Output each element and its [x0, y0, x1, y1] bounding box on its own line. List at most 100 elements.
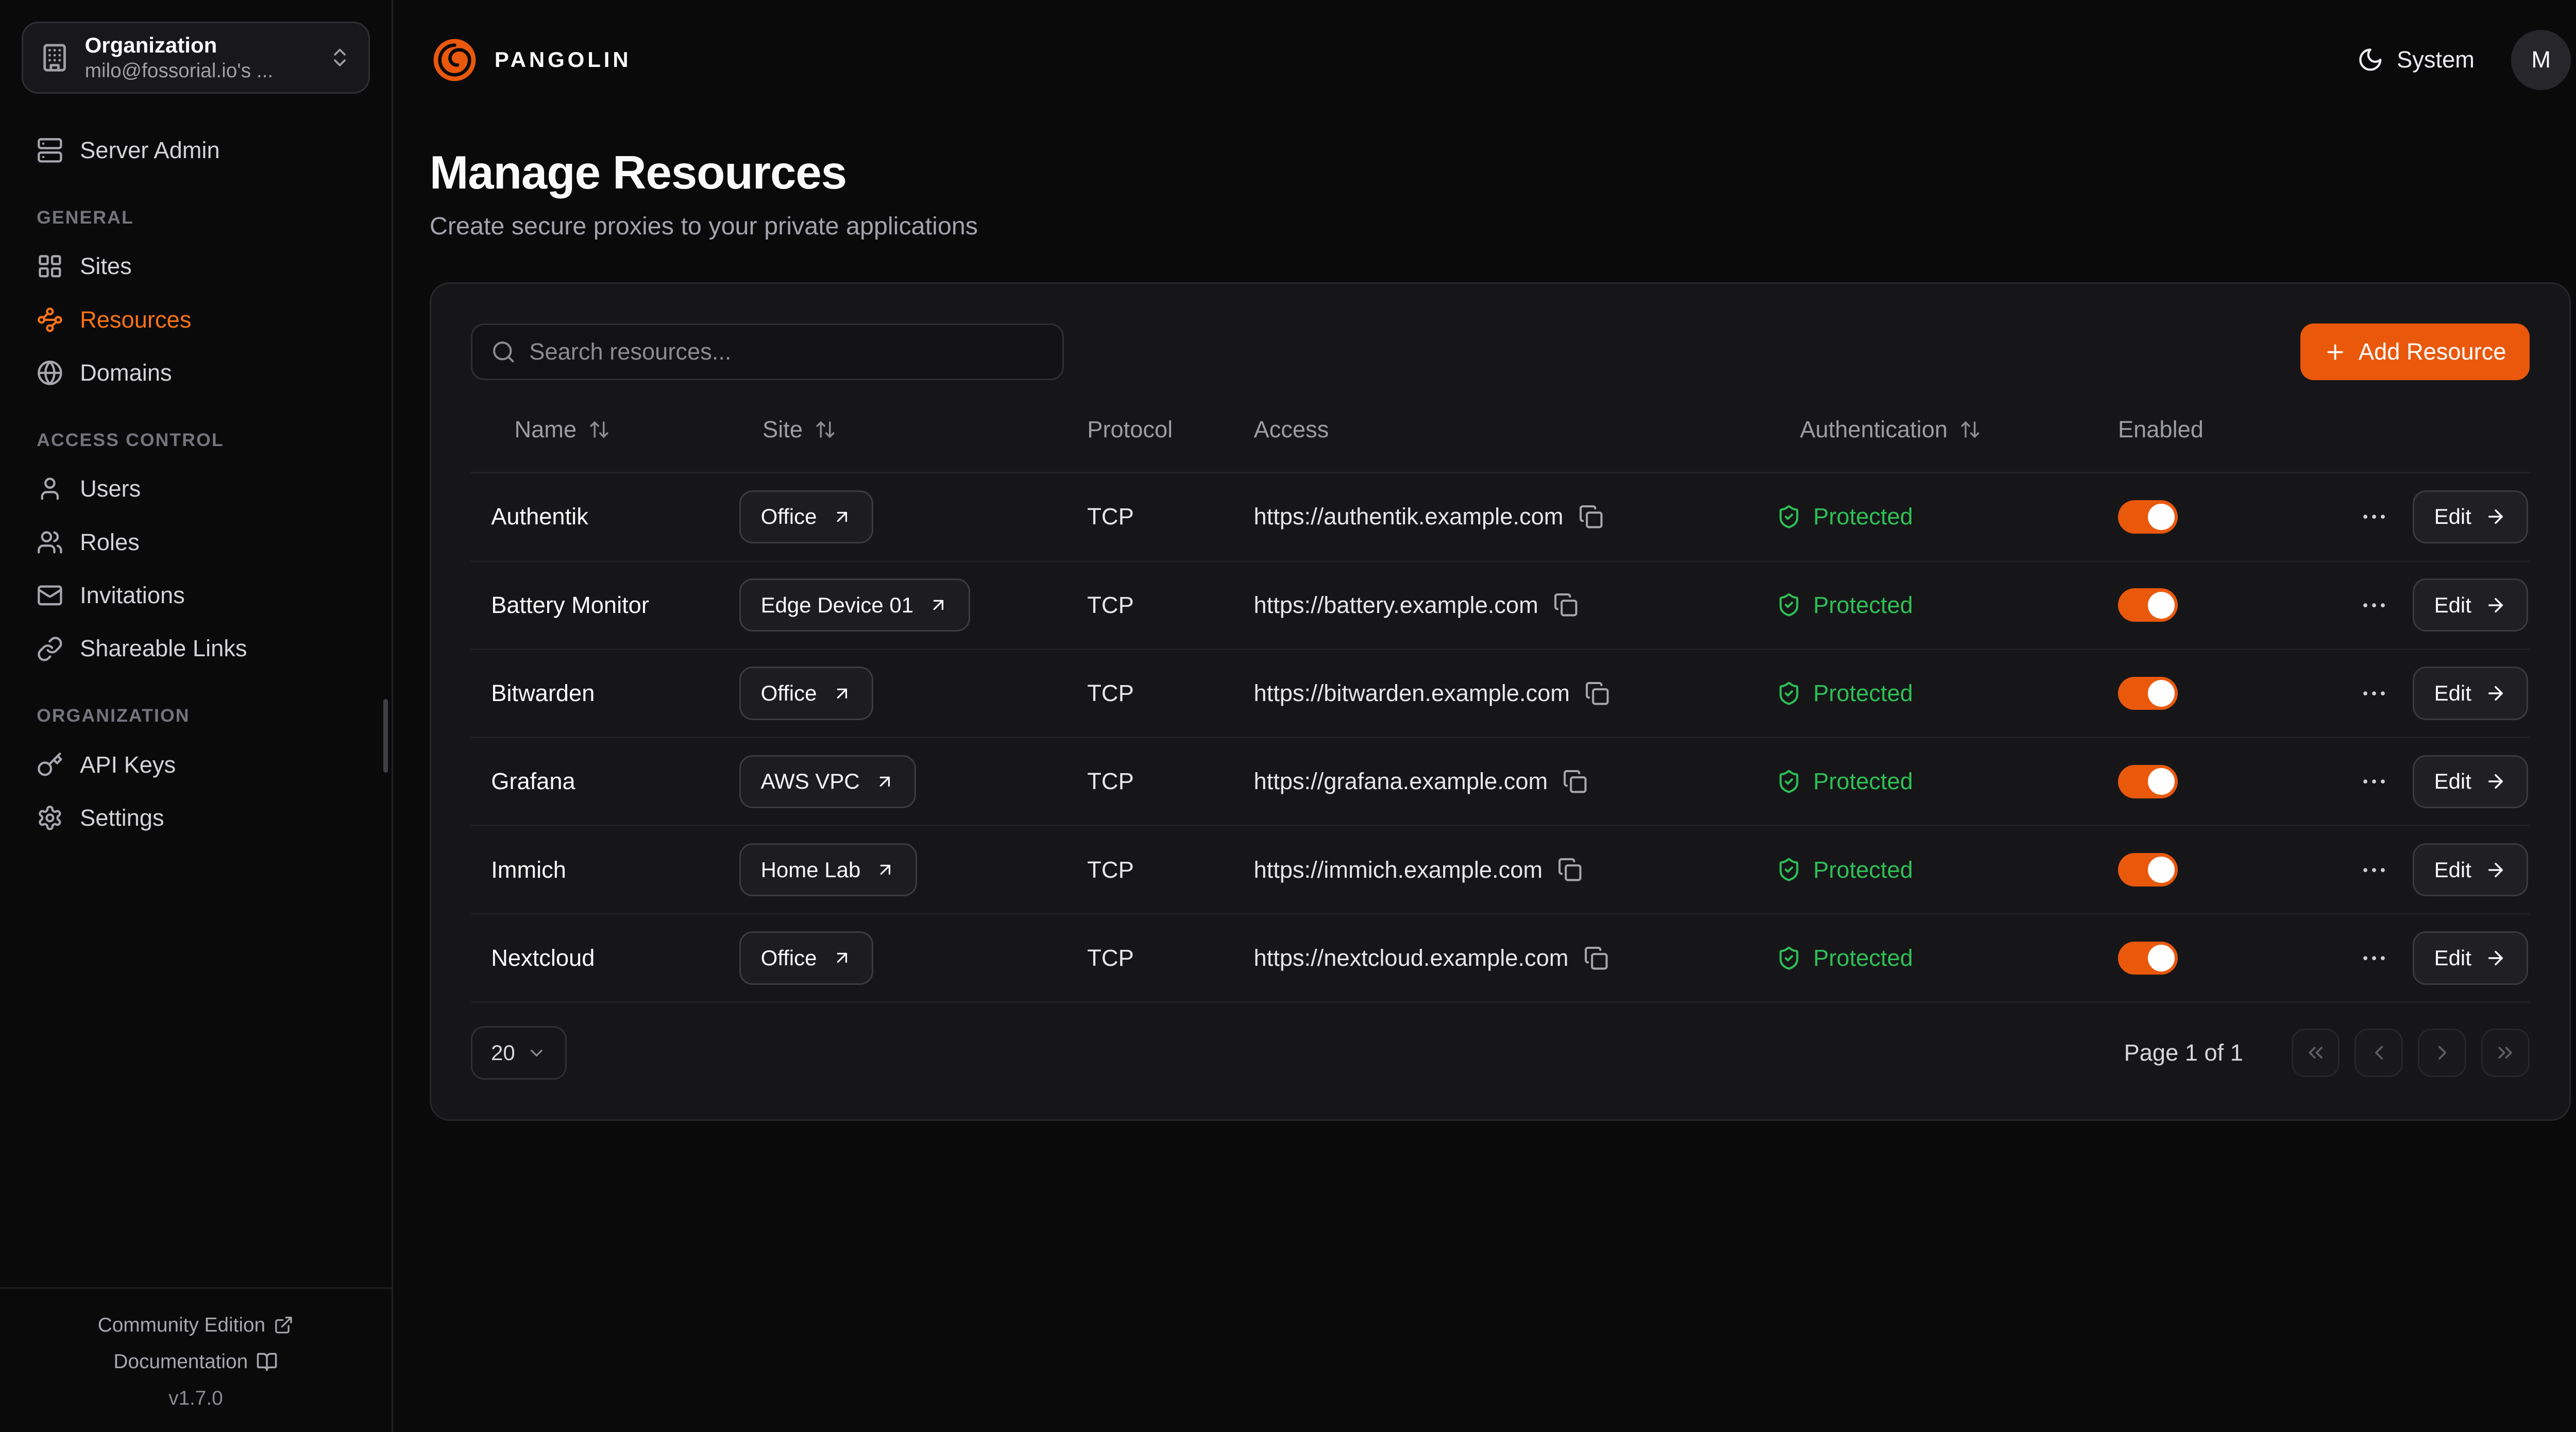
section-label-organization: ORGANIZATION	[22, 705, 370, 726]
auth-status-label: Protected	[1813, 857, 1913, 883]
sidebar-item-label: Settings	[80, 805, 164, 831]
resource-protocol: TCP	[1067, 857, 1234, 883]
page-subtitle: Create secure proxies to your private ap…	[430, 212, 2571, 241]
row-menu-button[interactable]	[2359, 766, 2389, 796]
sidebar-scrollbar[interactable]	[383, 699, 388, 772]
auth-status-label: Protected	[1813, 768, 1913, 795]
copy-url-button[interactable]	[1553, 592, 1578, 617]
edit-button[interactable]: Edit	[2413, 755, 2528, 808]
resource-protocol: TCP	[1067, 945, 1234, 971]
globe-icon	[37, 360, 63, 386]
auth-status-label: Protected	[1813, 680, 1913, 707]
ellipsis-icon	[2359, 502, 2389, 532]
edit-button[interactable]: Edit	[2413, 843, 2528, 896]
page-info: Page 1 of 1	[2124, 1039, 2243, 1066]
chevron-right-icon	[2431, 1041, 2454, 1064]
theme-toggle-button[interactable]: System	[2357, 46, 2475, 73]
enabled-toggle[interactable]	[2118, 677, 2178, 710]
edit-button[interactable]: Edit	[2413, 578, 2528, 632]
copy-url-button[interactable]	[1585, 681, 1609, 706]
add-resource-button[interactable]: Add Resource	[2300, 323, 2530, 380]
row-menu-button[interactable]	[2359, 943, 2389, 973]
section-label-general: GENERAL	[22, 207, 370, 228]
org-title: Organization	[85, 33, 314, 58]
sort-icon	[815, 419, 836, 440]
copy-url-button[interactable]	[1557, 857, 1582, 882]
sidebar-item-domains[interactable]: Domains	[22, 346, 370, 399]
column-header-enabled: Enabled	[2098, 416, 2298, 443]
enabled-toggle[interactable]	[2118, 765, 2178, 798]
column-header-name[interactable]: Name	[471, 416, 719, 443]
resource-protocol: TCP	[1067, 503, 1234, 530]
enabled-toggle[interactable]	[2118, 853, 2178, 887]
copy-url-button[interactable]	[1563, 769, 1587, 794]
sidebar-item-roles[interactable]: Roles	[22, 516, 370, 569]
user-icon	[37, 475, 63, 502]
page-header: Manage Resources Create secure proxies t…	[393, 120, 2576, 241]
enabled-toggle[interactable]	[2118, 588, 2178, 622]
sidebar-item-sites[interactable]: Sites	[22, 240, 370, 293]
search-input[interactable]	[529, 338, 1044, 365]
shield-check-icon	[1776, 857, 1801, 882]
resource-url: https://authentik.example.com	[1253, 503, 1563, 530]
table-toolbar: Add Resource	[471, 323, 2529, 380]
resource-protocol: TCP	[1067, 592, 1234, 619]
page-size-value: 20	[491, 1041, 515, 1065]
site-link-button[interactable]: Home Lab	[739, 843, 917, 896]
moon-icon	[2357, 46, 2384, 73]
pagination: Page 1 of 1	[2124, 1029, 2530, 1077]
site-link-button[interactable]: Office	[739, 667, 873, 720]
enabled-toggle[interactable]	[2118, 500, 2178, 534]
page-title: Manage Resources	[430, 146, 2571, 200]
sidebar-item-server-admin[interactable]: Server Admin	[22, 124, 370, 177]
site-link-button[interactable]: Office	[739, 490, 873, 543]
next-page-button[interactable]	[2418, 1029, 2466, 1077]
page-size-select[interactable]: 20	[471, 1026, 566, 1079]
row-menu-button[interactable]	[2359, 678, 2389, 708]
edit-button[interactable]: Edit	[2413, 490, 2528, 543]
sidebar-item-invitations[interactable]: Invitations	[22, 569, 370, 622]
sidebar-item-label: Users	[80, 475, 141, 502]
last-page-button[interactable]	[2481, 1029, 2530, 1077]
sidebar-item-users[interactable]: Users	[22, 462, 370, 515]
column-header-site[interactable]: Site	[719, 416, 1067, 443]
column-header-access: Access	[1234, 416, 1757, 443]
edit-button[interactable]: Edit	[2413, 667, 2528, 720]
edit-button[interactable]: Edit	[2413, 931, 2528, 984]
sidebar-nav: Server Admin GENERAL Sites Resources Dom…	[0, 97, 392, 1287]
resource-protocol: TCP	[1067, 768, 1234, 795]
edit-button-label: Edit	[2434, 593, 2471, 618]
edit-button-label: Edit	[2434, 504, 2471, 529]
sidebar: Organization milo@fossorial.io's ... Ser…	[0, 0, 393, 1432]
copy-url-button[interactable]	[1579, 504, 1603, 529]
row-menu-button[interactable]	[2359, 855, 2389, 885]
site-link-button[interactable]: Office	[739, 931, 873, 984]
sidebar-item-settings[interactable]: Settings	[22, 791, 370, 844]
prev-page-button[interactable]	[2354, 1029, 2403, 1077]
community-edition-link[interactable]: Community Edition	[98, 1307, 294, 1343]
sidebar-item-resources[interactable]: Resources	[22, 293, 370, 346]
brand[interactable]: PANGOLIN	[430, 35, 632, 85]
brand-name: PANGOLIN	[495, 47, 632, 72]
copy-url-button[interactable]	[1584, 946, 1608, 970]
sidebar-item-api-keys[interactable]: API Keys	[22, 738, 370, 791]
first-page-button[interactable]	[2292, 1029, 2340, 1077]
mail-icon	[37, 582, 63, 609]
sidebar-item-shareable-links[interactable]: Shareable Links	[22, 622, 370, 675]
row-menu-button[interactable]	[2359, 590, 2389, 620]
shield-check-icon	[1776, 592, 1801, 617]
avatar[interactable]: M	[2511, 30, 2571, 90]
chevron-left-icon	[2367, 1041, 2391, 1064]
documentation-link[interactable]: Documentation	[113, 1343, 278, 1380]
sidebar-item-label: Shareable Links	[80, 635, 247, 662]
org-switcher[interactable]: Organization milo@fossorial.io's ...	[22, 22, 370, 94]
site-name: Office	[761, 681, 817, 706]
site-name: Office	[761, 946, 817, 970]
column-header-authentication[interactable]: Authentication	[1757, 416, 2098, 443]
ellipsis-icon	[2359, 678, 2389, 708]
table-row: Battery Monitor Edge Device 01 TCP https…	[471, 562, 2529, 650]
row-menu-button[interactable]	[2359, 502, 2389, 532]
site-link-button[interactable]: Edge Device 01	[739, 578, 970, 632]
site-link-button[interactable]: AWS VPC	[739, 755, 917, 808]
enabled-toggle[interactable]	[2118, 942, 2178, 975]
